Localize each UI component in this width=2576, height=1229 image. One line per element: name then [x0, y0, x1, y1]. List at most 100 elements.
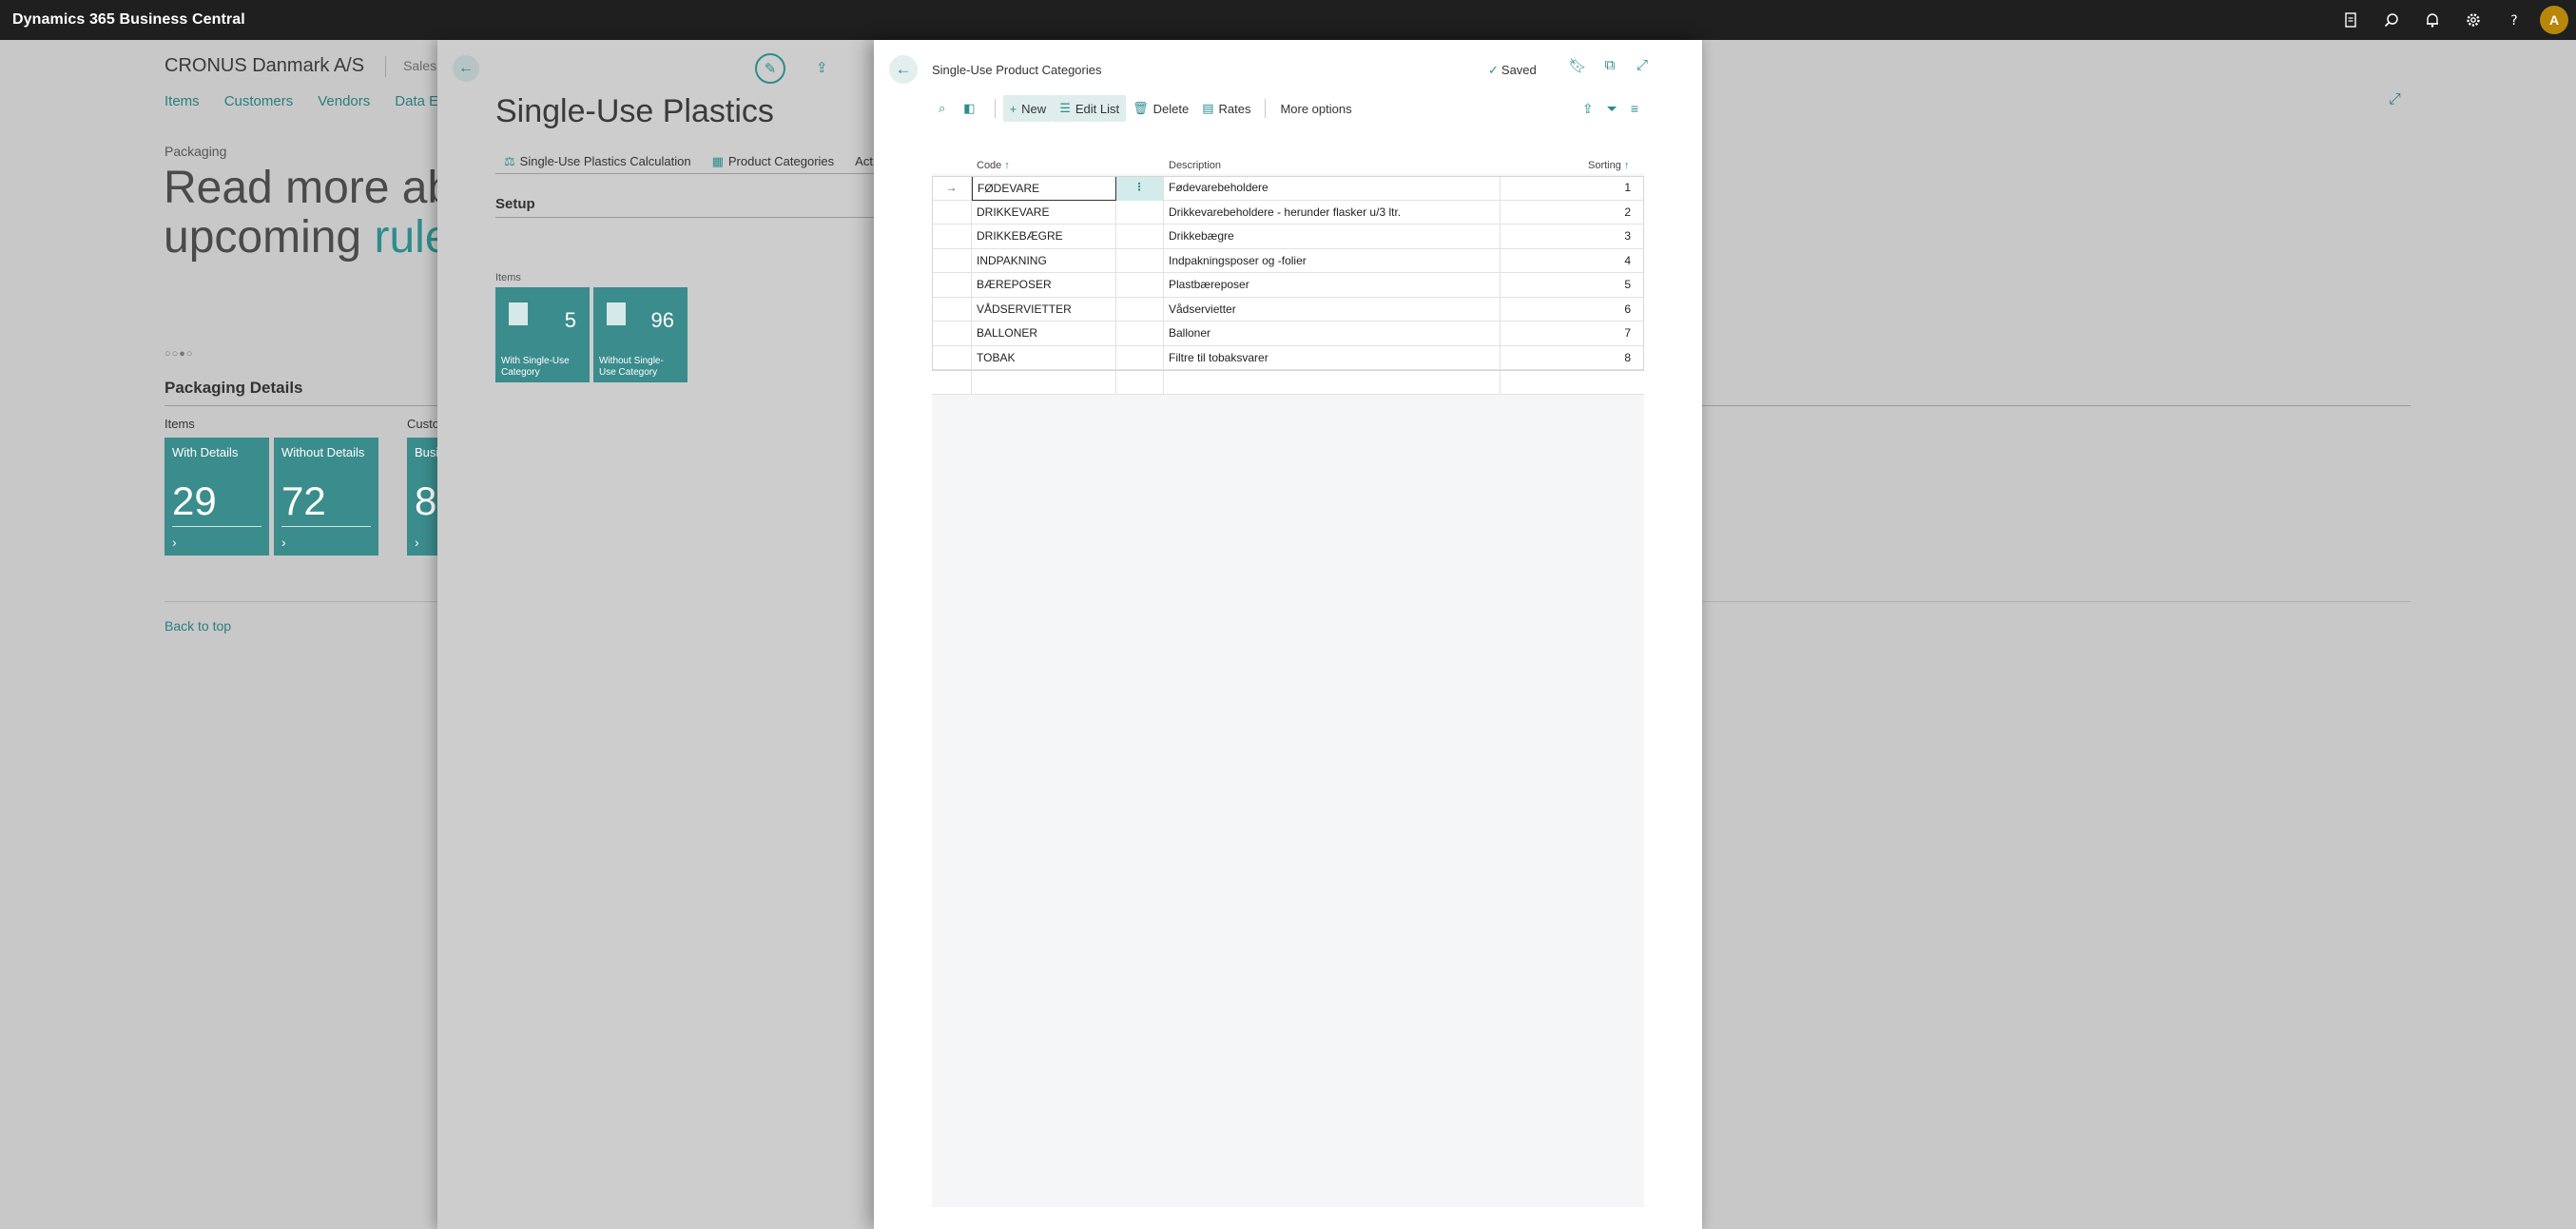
share-icon[interactable]: ⇪: [816, 59, 828, 76]
row-selector[interactable]: [932, 297, 972, 322]
gear-icon[interactable]: [2452, 0, 2493, 40]
description-cell[interactable]: Drikkebægre: [1164, 224, 1501, 249]
table-row[interactable]: → FØDEVARE ⋮ Fødevarebeholdere 1: [932, 176, 1644, 201]
description-cell[interactable]: [1164, 370, 1501, 395]
row-selector[interactable]: [932, 370, 972, 395]
row-selector[interactable]: [932, 224, 972, 249]
table-row[interactable]: [932, 370, 1644, 395]
tile-with-single-use-category[interactable]: 5 With Single-Use Category: [495, 287, 590, 382]
expand-icon[interactable]: ⤢: [1633, 57, 1652, 74]
view-toggle-button[interactable]: ◧: [957, 95, 986, 122]
document-icon[interactable]: [2330, 0, 2371, 40]
row-actions-cell[interactable]: [1116, 322, 1164, 346]
more-options-button[interactable]: More options: [1273, 95, 1358, 122]
sorting-cell[interactable]: 1: [1501, 176, 1644, 201]
tile-without-details[interactable]: Without Details 72 ›: [274, 438, 378, 556]
bell-icon[interactable]: [2411, 0, 2452, 40]
rates-button[interactable]: ▤ Rates: [1195, 95, 1257, 122]
row-actions-cell[interactable]: [1116, 224, 1164, 249]
open-new-window-icon[interactable]: ⧉: [1600, 57, 1619, 74]
edit-list-icon: ☰: [1059, 101, 1071, 115]
sorting-cell[interactable]: 4: [1501, 249, 1644, 274]
bookmark-icon[interactable]: 🔖︎: [1568, 57, 1587, 74]
code-cell[interactable]: INDPAKNING: [972, 248, 1116, 273]
table-row[interactable]: DRIKKEBÆGRE Drikkebægre 3: [932, 224, 1644, 249]
arrow-right-icon[interactable]: →: [932, 176, 972, 201]
tile-customers[interactable]: Busi 8 ›: [407, 438, 437, 556]
code-cell[interactable]: FØDEVARE: [972, 176, 1116, 201]
table-row[interactable]: INDPAKNING Indpakningsposer og -folier 4: [932, 248, 1644, 274]
more-vertical-icon[interactable]: ⋮: [1116, 176, 1164, 201]
column-code-header[interactable]: Code ↑: [977, 160, 1010, 171]
description-cell[interactable]: Filtre til tobaksvarer: [1164, 345, 1501, 370]
description-cell[interactable]: Balloner: [1164, 322, 1501, 346]
description-cell[interactable]: Fødevarebeholdere: [1164, 176, 1501, 201]
code-cell[interactable]: BÆREPOSER: [972, 273, 1116, 298]
nav-vendors[interactable]: Vendors: [318, 93, 370, 109]
table-row[interactable]: BALLONER Balloner 7: [932, 322, 1644, 346]
svg-text:?: ?: [2510, 13, 2517, 29]
edit-pencil-icon[interactable]: ✎: [755, 53, 785, 84]
code-cell[interactable]: TOBAK: [972, 345, 1116, 370]
avatar[interactable]: A: [2540, 6, 2568, 34]
hero-link[interactable]: rules: [374, 212, 439, 263]
column-sorting-header[interactable]: Sorting ↑: [1588, 160, 1629, 171]
nav-customers[interactable]: Customers: [224, 93, 294, 109]
sorting-cell[interactable]: 2: [1501, 201, 1644, 225]
help-icon[interactable]: ?: [2493, 0, 2534, 40]
table-row[interactable]: VÅDSERVIETTER Vådservietter 6: [932, 297, 1644, 322]
description-cell[interactable]: Indpakningsposer og -folier: [1164, 248, 1501, 273]
new-button[interactable]: + New: [1002, 95, 1054, 122]
column-description-header[interactable]: Description: [1169, 160, 1221, 171]
search-icon[interactable]: [2371, 0, 2411, 40]
row-selector[interactable]: [932, 345, 972, 370]
delete-button[interactable]: 🗑︎ Delete: [1126, 95, 1195, 122]
row-actions-cell[interactable]: [1116, 248, 1164, 273]
back-to-top-link[interactable]: Back to top: [165, 618, 231, 634]
rates-icon: ▤: [1202, 101, 1214, 115]
row-selector[interactable]: [932, 273, 972, 298]
code-cell[interactable]: DRIKKEBÆGRE: [972, 224, 1116, 249]
row-actions-cell[interactable]: [1116, 297, 1164, 322]
sorting-cell[interactable]: 7: [1501, 322, 1644, 346]
carousel-dots[interactable]: ○○●○: [165, 348, 194, 360]
description-cell[interactable]: Drikkevarebeholdere - herunder flasker u…: [1164, 200, 1501, 224]
share-icon[interactable]: ⇪: [1582, 101, 1594, 117]
code-cell[interactable]: BALLONER: [972, 322, 1116, 346]
row-actions-cell[interactable]: [1116, 273, 1164, 298]
action-product-categories[interactable]: ▦ Product Categories: [712, 154, 835, 169]
action-more[interactable]: Act: [855, 154, 873, 169]
company-name[interactable]: CRONUS Danmark A/S: [165, 55, 364, 77]
description-cell[interactable]: Vådservietter: [1164, 297, 1501, 322]
row-selector[interactable]: [932, 248, 972, 273]
description-cell[interactable]: Plastbæreposer: [1164, 273, 1501, 298]
action-calculation[interactable]: ⚖ Single-Use Plastics Calculation: [504, 154, 691, 169]
tile-with-details[interactable]: With Details 29 ›: [165, 438, 269, 556]
back-arrow-icon[interactable]: ←: [453, 55, 479, 82]
list-view-icon[interactable]: ≡: [1631, 101, 1638, 117]
sorting-cell[interactable]: 6: [1501, 298, 1644, 322]
table-row[interactable]: BÆREPOSER Plastbæreposer 5: [932, 273, 1644, 298]
row-selector[interactable]: [932, 322, 972, 346]
row-actions-cell[interactable]: [1116, 345, 1164, 370]
row-actions-cell[interactable]: [1116, 370, 1164, 395]
expand-icon[interactable]: ⤢: [2389, 91, 2401, 108]
table-row[interactable]: DRIKKEVARE Drikkevarebeholdere - herunder…: [932, 200, 1644, 225]
code-cell[interactable]: DRIKKEVARE: [972, 200, 1116, 224]
sorting-cell[interactable]: [1501, 370, 1644, 395]
tile-without-single-use-category[interactable]: 96 Without Single- Use Category: [593, 287, 688, 382]
search-button[interactable]: ⌕: [932, 95, 957, 122]
back-arrow-icon[interactable]: ←: [889, 55, 918, 84]
filter-icon[interactable]: ⏷: [1607, 101, 1617, 117]
code-cell[interactable]: [972, 370, 1116, 395]
nav-items[interactable]: Items: [165, 93, 200, 109]
code-cell[interactable]: VÅDSERVIETTER: [972, 297, 1116, 322]
edit-list-button[interactable]: ☰ Edit List: [1053, 95, 1127, 122]
sorting-cell[interactable]: 5: [1501, 273, 1644, 298]
table-row[interactable]: TOBAK Filtre til tobaksvarer 8: [932, 345, 1644, 371]
row-selector[interactable]: [932, 200, 972, 224]
row-actions-cell[interactable]: [1116, 200, 1164, 224]
sorting-cell[interactable]: 3: [1501, 224, 1644, 249]
sorting-cell[interactable]: 8: [1501, 346, 1644, 371]
packaging-details-title: Packaging Details: [165, 379, 303, 397]
